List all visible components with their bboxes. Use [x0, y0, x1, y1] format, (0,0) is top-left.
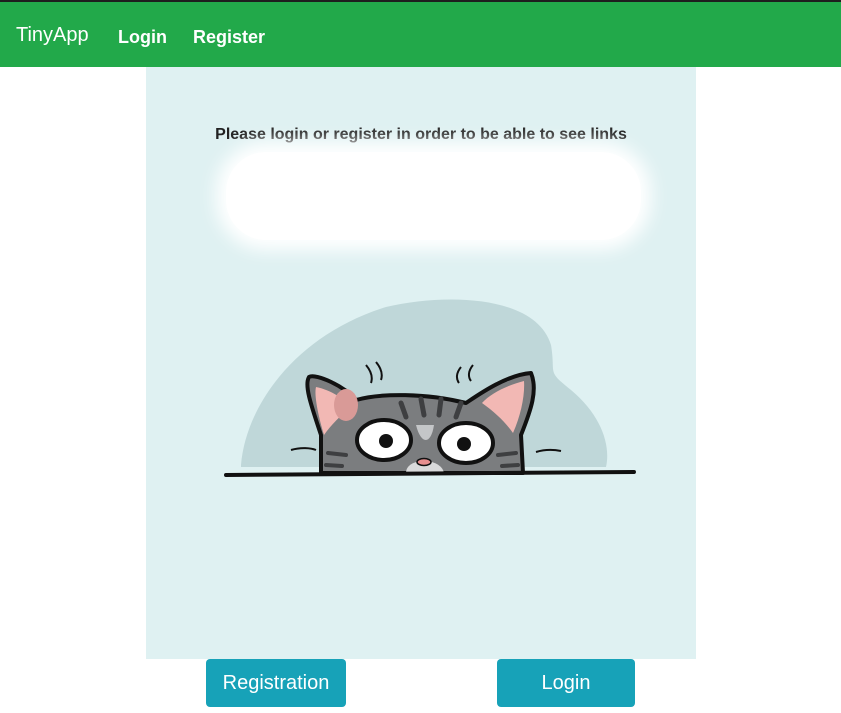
brand-link[interactable]: TinyApp [16, 24, 89, 47]
login-button[interactable]: Login [497, 659, 635, 707]
content-panel: Please login or register in order to be … [146, 67, 696, 659]
white-smudge [226, 152, 641, 240]
navbar: TinyApp Login Register [0, 2, 841, 67]
registration-button[interactable]: Registration [206, 659, 346, 707]
nav-login-link[interactable]: Login [118, 27, 167, 48]
login-required-message: Please login or register in order to be … [215, 126, 627, 143]
nav-register-link[interactable]: Register [193, 27, 265, 48]
cat-peeking-icon [224, 299, 636, 477]
